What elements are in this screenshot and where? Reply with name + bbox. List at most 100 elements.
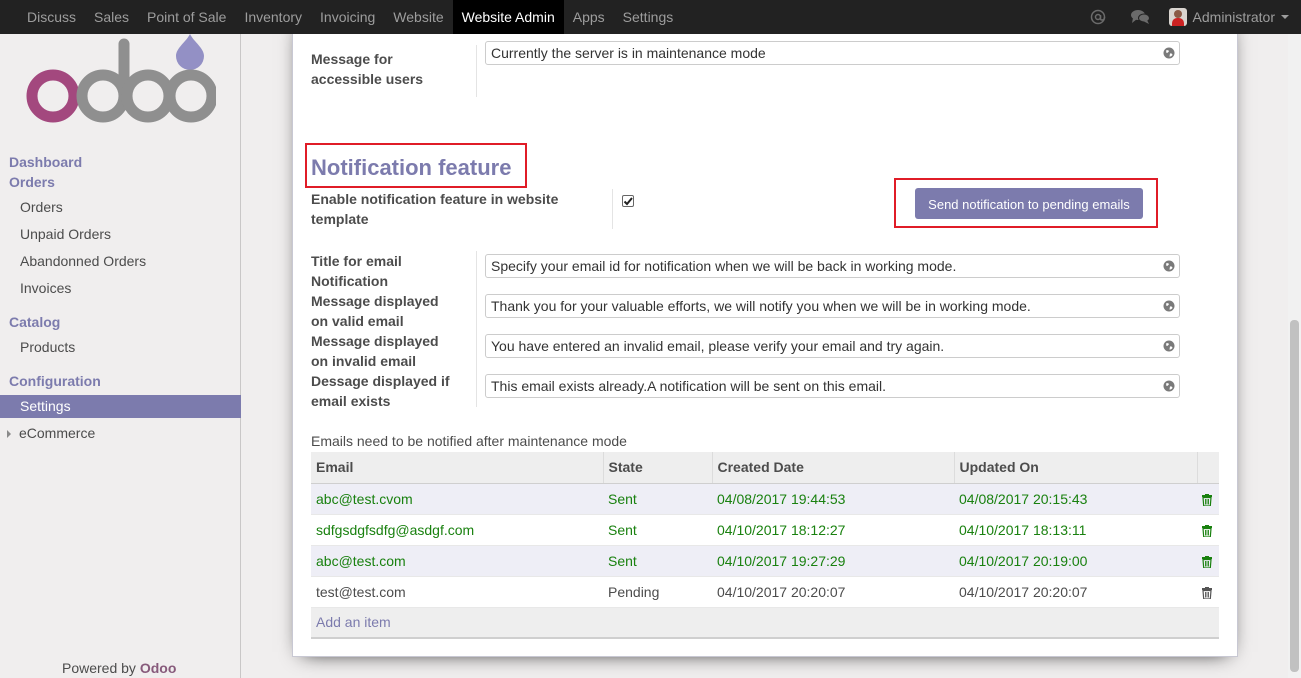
send-notification-button[interactable]: Send notification to pending emails	[915, 188, 1143, 219]
cell-delete	[1197, 482, 1219, 514]
column-header-actions	[1196, 452, 1219, 484]
sidebar-item-settings[interactable]: Settings	[0, 395, 241, 418]
odoo-logo[interactable]	[26, 34, 216, 129]
user-name: Administrator	[1192, 9, 1275, 25]
valid-email-message-input[interactable]: Thank you for your valuable efforts, we …	[485, 294, 1180, 318]
trash-icon[interactable]	[1202, 586, 1212, 599]
sidebar-item-abandonned-orders[interactable]: Abandonned Orders	[0, 250, 241, 273]
sidebar-item-ecommerce[interactable]: eCommerce	[0, 422, 241, 445]
menu-settings[interactable]: Settings	[614, 0, 683, 34]
menu-point-of-sale[interactable]: Point of Sale	[138, 0, 235, 34]
cell-updated-on: 04/10/2017 20:19:00	[954, 544, 1197, 576]
sidebar: Dashboard Orders Orders Unpaid Orders Ab…	[0, 34, 241, 678]
divider	[476, 45, 477, 97]
cell-updated-on: 04/08/2017 20:15:43	[954, 482, 1197, 514]
cell-email: abc@test.com	[311, 544, 603, 576]
divider	[476, 251, 477, 407]
globe-icon[interactable]	[1163, 47, 1175, 59]
sidebar-group-dashboard[interactable]: Dashboard	[9, 152, 82, 172]
menu-discuss[interactable]: Discuss	[18, 0, 85, 34]
column-header-email[interactable]: Email	[311, 452, 603, 484]
enable-notification-label: Enable notification feature in website t…	[311, 191, 559, 227]
table-row[interactable]: sdfgsdgfsdfg@asdgf.com Sent 04/10/2017 1…	[311, 513, 1219, 545]
globe-icon[interactable]	[1163, 300, 1175, 312]
cell-created-date: 04/10/2017 20:20:07	[712, 575, 954, 607]
cell-email: abc@test.cvom	[311, 482, 603, 514]
cell-state: Pending	[603, 575, 712, 607]
main-content: Message for accessible users Currently t…	[242, 34, 1288, 678]
cell-delete	[1197, 513, 1219, 545]
cell-state: Sent	[603, 513, 712, 545]
divider	[612, 189, 613, 229]
sidebar-group-orders[interactable]: Orders	[9, 172, 55, 192]
field-label-title-email: Title for email Notification	[311, 253, 402, 289]
cell-created-date: 04/10/2017 19:27:29	[712, 544, 954, 576]
cell-email: sdfgsdgfsdfg@asdgf.com	[311, 513, 603, 545]
menu-apps[interactable]: Apps	[564, 0, 614, 34]
cell-delete	[1197, 544, 1219, 576]
table-header-row: Email State Created Date Updated On	[311, 452, 1219, 484]
chat-icon[interactable]	[1130, 7, 1150, 27]
field-label-valid-email: Message displayed on valid email	[311, 293, 439, 329]
sidebar-group-configuration[interactable]: Configuration	[9, 371, 101, 391]
menu-sales[interactable]: Sales	[85, 0, 138, 34]
email-list-caption: Emails need to be notified after mainten…	[311, 433, 627, 449]
at-icon[interactable]	[1088, 7, 1108, 27]
table-row[interactable]: test@test.com Pending 04/10/2017 20:20:0…	[311, 575, 1219, 607]
sidebar-item-invoices[interactable]: Invoices	[0, 277, 241, 300]
top-navbar: Discuss Sales Point of Sale Inventory In…	[0, 0, 1301, 34]
menu-website-admin[interactable]: Website Admin	[452, 0, 564, 34]
menu-invoicing[interactable]: Invoicing	[311, 0, 384, 34]
cell-created-date: 04/10/2017 18:12:27	[712, 513, 954, 545]
caret-right-icon	[7, 430, 11, 438]
trash-icon[interactable]	[1202, 524, 1212, 537]
sidebar-item-unpaid-orders[interactable]: Unpaid Orders	[0, 223, 241, 246]
odoo-link[interactable]: Odoo	[140, 660, 177, 676]
sidebar-group-catalog[interactable]: Catalog	[9, 312, 60, 332]
cell-email: test@test.com	[311, 575, 603, 607]
invalid-email-message-input[interactable]: You have entered an invalid email, pleas…	[485, 334, 1180, 358]
menu-website[interactable]: Website	[384, 0, 452, 34]
table-row[interactable]: abc@test.cvom Sent 04/08/2017 19:44:53 0…	[311, 482, 1219, 514]
enable-notification-checkbox[interactable]	[622, 195, 634, 207]
sidebar-item-label: eCommerce	[19, 425, 96, 441]
globe-icon[interactable]	[1163, 340, 1175, 352]
chevron-down-icon	[1281, 15, 1289, 19]
email-exists-message-input[interactable]: This email exists already.A notification…	[485, 374, 1180, 398]
column-header-state[interactable]: State	[602, 452, 712, 484]
form-sheet: Message for accessible users Currently t…	[292, 34, 1238, 657]
globe-icon[interactable]	[1163, 380, 1175, 392]
cell-state: Sent	[603, 544, 712, 576]
scrollbar-thumb[interactable]	[1290, 320, 1299, 672]
globe-icon[interactable]	[1163, 260, 1175, 272]
email-list-table: Email State Created Date Updated On abc@…	[311, 452, 1219, 639]
accessible-users-message-input[interactable]: Currently the server is in maintenance m…	[485, 41, 1180, 65]
add-item-row[interactable]: Add an item	[311, 606, 1219, 639]
cell-created-date: 04/08/2017 19:44:53	[712, 482, 954, 514]
powered-by: Powered by Odoo	[62, 660, 177, 676]
sidebar-item-products[interactable]: Products	[0, 336, 241, 359]
add-item-link[interactable]: Add an item	[311, 606, 1219, 639]
cell-delete	[1197, 575, 1219, 607]
cell-updated-on: 04/10/2017 20:20:07	[954, 575, 1197, 607]
field-label-accessible-users: Message for accessible users	[311, 51, 424, 87]
trash-icon[interactable]	[1202, 555, 1212, 568]
title-email-notification-input[interactable]: Specify your email id for notification w…	[485, 254, 1180, 278]
checkmark-icon	[623, 197, 633, 206]
trash-icon[interactable]	[1202, 493, 1212, 506]
scrollbar[interactable]	[1288, 34, 1301, 678]
systray: Administrator	[1077, 0, 1301, 34]
column-header-created-date[interactable]: Created Date	[711, 452, 954, 484]
cell-updated-on: 04/10/2017 18:13:11	[954, 513, 1197, 545]
column-header-updated-on[interactable]: Updated On	[953, 452, 1197, 484]
app-menu: Discuss Sales Point of Sale Inventory In…	[0, 0, 682, 34]
sidebar-item-orders[interactable]: Orders	[0, 196, 241, 219]
field-label-invalid-email: Message displayed on invalid email	[311, 333, 439, 369]
table-row[interactable]: abc@test.com Sent 04/10/2017 19:27:29 04…	[311, 544, 1219, 576]
section-title: Notification feature	[311, 155, 512, 180]
user-menu[interactable]: Administrator	[1168, 8, 1289, 26]
avatar	[1168, 8, 1187, 26]
cell-state: Sent	[603, 482, 712, 514]
field-label-email-exists: Dessage displayed if email exists	[311, 373, 450, 409]
menu-inventory[interactable]: Inventory	[235, 0, 311, 34]
